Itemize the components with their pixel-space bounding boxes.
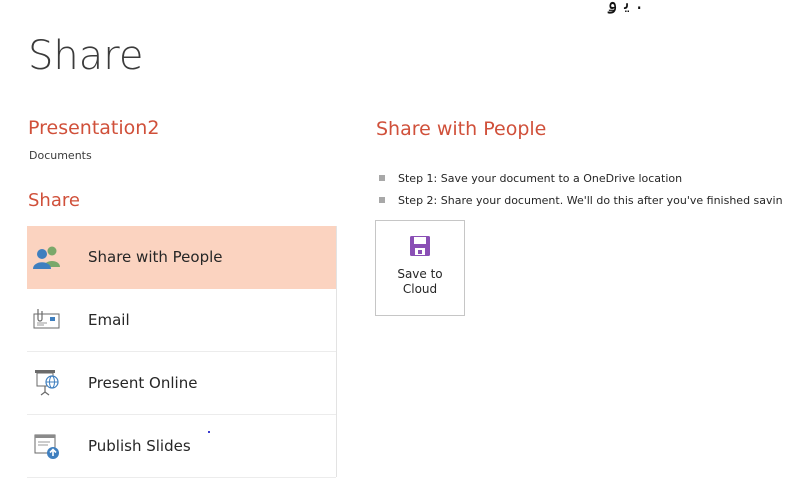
step-bullet: [379, 197, 385, 203]
email-label: Email: [88, 311, 130, 329]
top-strip: ﻳ ۅ .: [0, 0, 807, 14]
present-online-icon: [29, 365, 65, 401]
save-to-cloud-label: Save to Cloud: [385, 267, 455, 297]
save-to-cloud-button[interactable]: Save to Cloud: [375, 220, 465, 316]
publish-slides-icon: [29, 428, 65, 464]
publish-slides-label: Publish Slides: [88, 437, 191, 455]
share-steps-list: Step 1: Save your document to a OneDrive…: [376, 167, 807, 211]
step-1-text: Step 1: Save your document to a OneDrive…: [398, 171, 683, 185]
share-panel-title: Share with People: [376, 118, 547, 140]
stray-dot: [208, 431, 210, 433]
share-options-list: Share with People Email Present Online P…: [27, 226, 336, 478]
save-to-cloud-line2: Cloud: [402, 282, 438, 296]
save-to-cloud-line1: Save to: [397, 267, 443, 281]
step-item: Step 2: Share your document. We'll do th…: [376, 189, 807, 211]
email-option[interactable]: Email: [27, 289, 336, 352]
email-icon: [29, 302, 65, 338]
cropped-title-glyph: ﻳ ۅ .: [606, 0, 643, 14]
document-name: Presentation2: [28, 117, 160, 139]
page-title: Share: [28, 33, 144, 79]
step-bullet: [379, 175, 385, 181]
share-people-icon: [29, 239, 65, 275]
share-section-heading: Share: [28, 190, 80, 211]
publish-slides-option[interactable]: Publish Slides: [27, 415, 336, 478]
save-floppy-icon: [409, 235, 431, 261]
step-item: Step 1: Save your document to a OneDrive…: [376, 167, 807, 189]
share-with-people-label: Share with People: [88, 248, 223, 266]
document-location: Documents: [29, 149, 92, 162]
step-2-text: Step 2: Share your document. We'll do th…: [398, 193, 783, 207]
present-online-option[interactable]: Present Online: [27, 352, 336, 415]
share-with-people-option[interactable]: Share with People: [27, 226, 336, 289]
present-online-label: Present Online: [88, 374, 198, 392]
panel-divider: [336, 226, 337, 477]
